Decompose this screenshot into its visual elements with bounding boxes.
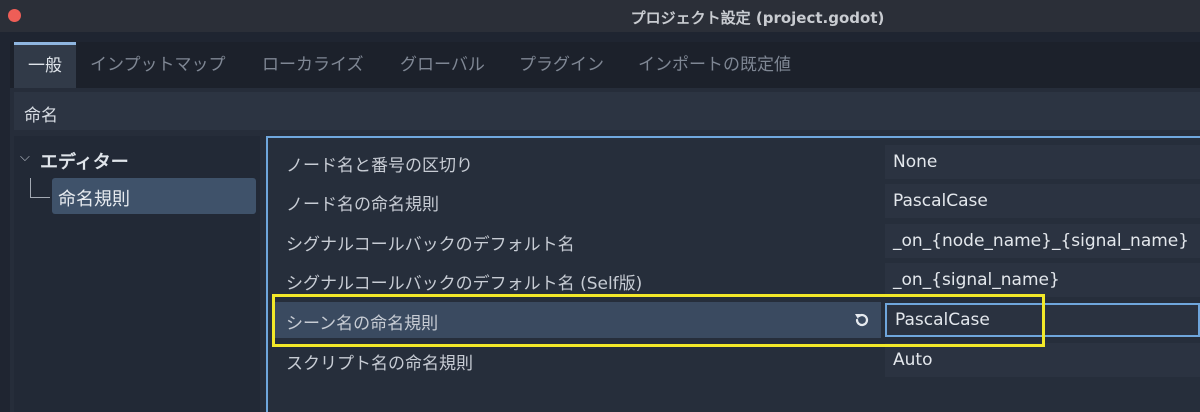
tab-bar: 一般 インプットマップ ローカライズ グローバル プラグイン インポートの既定値	[10, 42, 1200, 88]
tab-plugins[interactable]: プラグイン	[519, 42, 604, 88]
property-value-node-name-num-separator[interactable]: None	[885, 145, 1200, 179]
tree-connector	[30, 178, 31, 198]
property-label-default-signal-callback-name: シグナルコールバックのデフォルト名	[286, 235, 575, 255]
tree-connector	[30, 197, 50, 198]
property-label-node-name-casing: ノード名の命名規則	[286, 195, 439, 215]
property-label-default-signal-callback-self: シグナルコールバックのデフォルト名 (Self版)	[286, 274, 643, 294]
tree-item-naming[interactable]: 命名規則	[52, 178, 256, 214]
tab-localization[interactable]: ローカライズ	[262, 42, 364, 88]
tree-item-editor[interactable]: エディター	[40, 148, 129, 174]
tab-import-defaults[interactable]: インポートの既定値	[638, 42, 791, 88]
tab-globals[interactable]: グローバル	[400, 42, 485, 88]
highlight-annotation-box	[272, 294, 1045, 347]
property-label-node-name-num-separator: ノード名と番号の区切り	[286, 156, 473, 176]
tree-item-label: 命名規則	[58, 189, 130, 210]
window-titlebar: プロジェクト設定 (project.godot)	[0, 0, 1200, 32]
search-filter-field[interactable]: 命名	[14, 92, 1200, 130]
tab-input-map[interactable]: インプットマップ	[90, 42, 226, 88]
tab-general[interactable]: 一般	[14, 42, 76, 88]
window-title: プロジェクト設定 (project.godot)	[630, 9, 885, 27]
property-label-script-name-casing: スクリプト名の命名規則	[286, 354, 473, 374]
chevron-down-icon[interactable]: ⌵	[20, 150, 30, 165]
property-value-script-name-casing[interactable]: Auto	[885, 343, 1200, 377]
property-value-default-signal-callback-name[interactable]: _on_{node_name}_{signal_name}	[885, 224, 1200, 258]
search-filter-value: 命名	[24, 106, 58, 126]
property-value-default-signal-callback-self[interactable]: _on_{signal_name}	[885, 263, 1200, 297]
property-value-node-name-casing[interactable]: PascalCase	[885, 184, 1200, 218]
